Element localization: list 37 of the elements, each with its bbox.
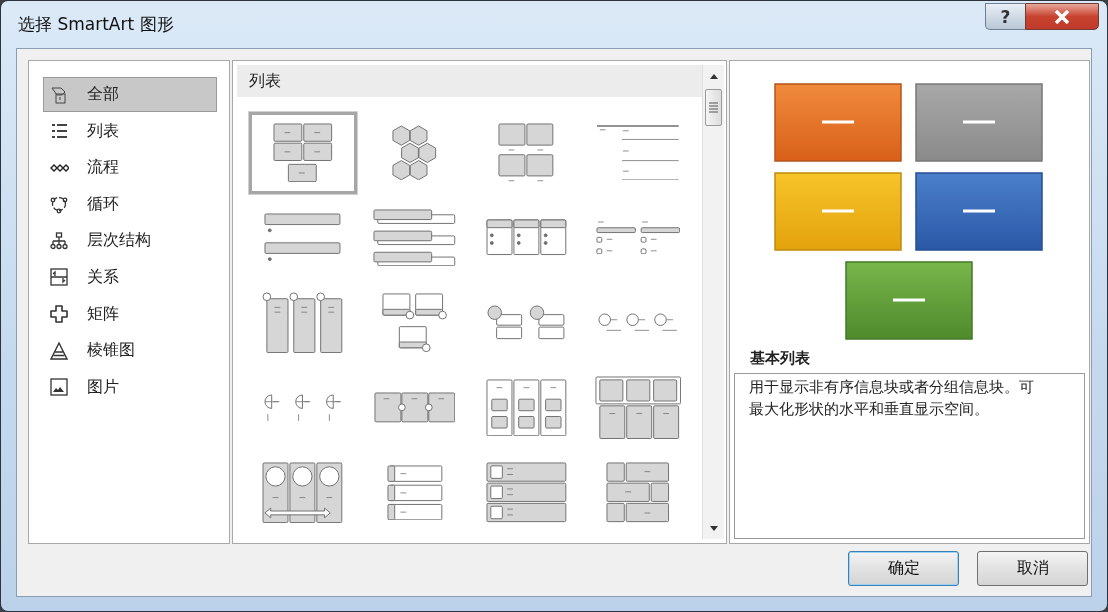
scroll-up-icon[interactable] [709, 73, 718, 79]
matrix-icon [49, 304, 69, 325]
cycle-icon [49, 194, 69, 215]
category-item[interactable]: 层次结构 [43, 223, 217, 259]
scrollbar[interactable] [702, 65, 724, 539]
layout-drawing [392, 124, 437, 181]
layout-drawing [386, 464, 443, 521]
category-item[interactable]: 图片 [43, 369, 217, 405]
category-item[interactable]: 全部 [43, 77, 217, 112]
layout-drawing [606, 462, 670, 523]
hierarchy-icon [49, 230, 69, 251]
scroll-down-icon[interactable] [709, 525, 718, 531]
category-item[interactable]: 循环 [43, 186, 217, 222]
close-button[interactable] [1025, 3, 1099, 30]
section-heading: 列表 [237, 65, 702, 97]
category-item[interactable]: 棱锥图 [43, 333, 217, 369]
category-item[interactable]: 流程 [43, 150, 217, 186]
help-button[interactable]: ? [985, 3, 1025, 30]
pyramid-icon [49, 340, 69, 361]
category-item[interactable]: 关系 [43, 259, 217, 295]
layout-title: 基本列表 [749, 348, 811, 369]
close-icon [1054, 9, 1070, 24]
layout-option[interactable] [248, 111, 357, 194]
layout-drawing [381, 292, 448, 353]
layout-description: 用于显示非有序信息块或者分组信息块。可最大化形状的水平和垂直显示空间。 [734, 373, 1085, 539]
window-title: 选择 SmartArt 图形 [17, 13, 175, 36]
grip-icon [709, 102, 718, 113]
arrows-box-icon [49, 267, 69, 288]
shapes-icon [49, 84, 69, 105]
layout-drawing [498, 123, 555, 182]
dialog-button[interactable]: 确定 [848, 551, 959, 586]
picture-icon [49, 377, 69, 398]
dialog-button[interactable]: 取消 [977, 551, 1088, 586]
layout-drawing [273, 122, 333, 183]
scroll-thumb[interactable] [705, 89, 722, 126]
category-item[interactable]: 列表 [43, 113, 217, 149]
category-item[interactable]: 矩阵 [43, 296, 217, 332]
